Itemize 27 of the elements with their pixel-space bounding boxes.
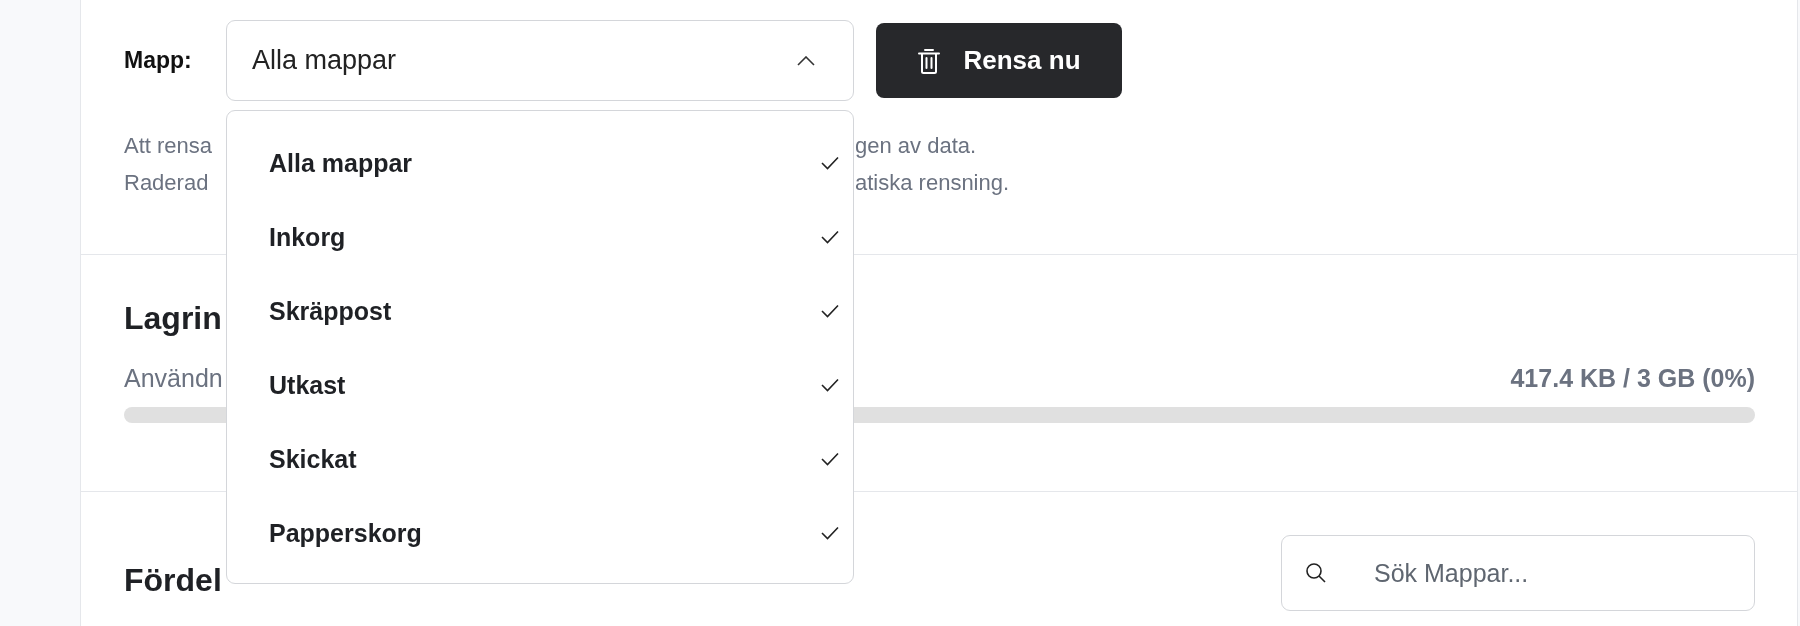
description-text: atiska rensning. [855, 169, 1010, 197]
description-text: gen av data. [855, 132, 977, 160]
search-field[interactable]: Sök Mappar... [1281, 535, 1755, 611]
folder-label: Mapp: [124, 47, 193, 74]
usage-value: 417.4 KB / 3 GB (0%) [1510, 364, 1755, 393]
section-heading: Lagrin [124, 300, 222, 337]
option-label: Skräppost [269, 296, 392, 326]
description-text: Raderad [124, 169, 209, 197]
option-label: Alla mappar [269, 148, 413, 178]
clean-now-button[interactable]: Rensa nu [876, 23, 1122, 98]
menu-option[interactable]: Inkorg [227, 200, 853, 274]
section-heading: Fördel [124, 560, 222, 599]
option-label: Skickat [269, 444, 357, 474]
menu-option[interactable]: Utkast [227, 348, 853, 422]
menu-option[interactable]: Skräppost [227, 274, 853, 348]
menu-option[interactable]: Papperskorg [227, 496, 853, 570]
option-label: Papperskorg [269, 518, 422, 548]
search-icon [1305, 562, 1327, 584]
option-label: Utkast [269, 370, 346, 400]
menu-option[interactable]: Alla mappar [227, 126, 853, 200]
caret-icon [797, 55, 815, 66]
folder-select[interactable]: Alla mappar [226, 20, 854, 101]
option-label: Inkorg [269, 222, 346, 252]
usage-label: Användn [124, 364, 223, 393]
description-text: Att rensa [124, 132, 213, 160]
trash-icon [917, 46, 942, 75]
menu-option[interactable]: Skickat [227, 422, 853, 496]
